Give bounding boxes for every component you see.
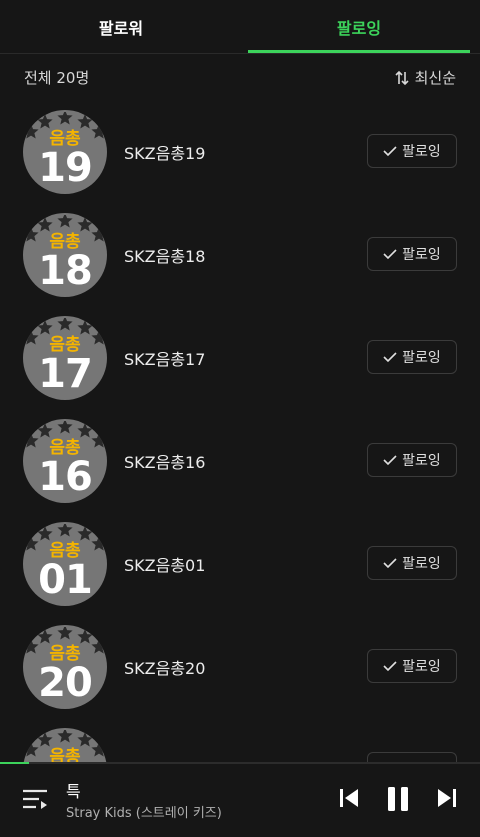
following-button[interactable]: 팔로잉 xyxy=(367,134,457,168)
avatar[interactable]: 음총 18 xyxy=(23,213,107,297)
mini-player[interactable]: 특 Stray Kids (스트레이 키즈) xyxy=(0,764,480,837)
user-name[interactable]: SKZ음총17 xyxy=(124,346,205,370)
list-header: 전체 20명 최신순 xyxy=(0,54,480,100)
track-title: 특 xyxy=(66,782,81,801)
list-item[interactable]: 음총 18 SKZ음총18 팔로잉 xyxy=(0,203,480,306)
check-icon xyxy=(383,661,397,672)
following-button-label: 팔로잉 xyxy=(402,144,441,160)
following-button[interactable]: 팔로잉 xyxy=(367,752,457,762)
queue-list-icon[interactable] xyxy=(22,788,48,810)
user-name[interactable]: SKZ음총20 xyxy=(124,655,205,679)
list-item[interactable]: 음총15SKZ음총15팔로잉 xyxy=(0,718,480,762)
user-name[interactable]: SKZ음총01 xyxy=(124,552,205,576)
avatar[interactable]: 음총 01 xyxy=(23,522,107,606)
skip-next-icon[interactable] xyxy=(436,786,458,810)
following-button[interactable]: 팔로잉 xyxy=(367,546,457,580)
user-name[interactable]: SKZ음총18 xyxy=(124,243,205,267)
list-item[interactable]: 음총 20 SKZ음총20 팔로잉 xyxy=(0,615,480,718)
avatar-label: 음총 xyxy=(49,747,81,762)
sort-arrows-icon xyxy=(395,70,409,85)
following-button-label: 팔로잉 xyxy=(402,453,441,469)
pause-icon[interactable] xyxy=(386,786,410,812)
list-item[interactable]: 음총 19 SKZ음총19 팔로잉 xyxy=(0,100,480,203)
skip-previous-icon[interactable] xyxy=(338,786,360,810)
track-artist: Stray Kids (스트레이 키즈) xyxy=(66,806,222,821)
avatar-number: 19 xyxy=(38,145,93,191)
avatar[interactable]: 음총 16 xyxy=(23,419,107,503)
avatar[interactable]: 음총 17 xyxy=(23,316,107,400)
avatar[interactable]: 음총 20 xyxy=(23,625,107,709)
following-button[interactable]: 팔로잉 xyxy=(367,443,457,477)
following-button-label: 팔로잉 xyxy=(402,350,441,366)
check-icon xyxy=(383,249,397,260)
list-item[interactable]: 음총 16 SKZ음총16 팔로잉 xyxy=(0,409,480,512)
avatar-number: 18 xyxy=(38,248,93,294)
following-button[interactable]: 팔로잉 xyxy=(367,340,457,374)
list-item[interactable]: 음총 17 SKZ음총17 팔로잉 xyxy=(0,306,480,409)
tab-bar: 팔로워 팔로잉 xyxy=(0,0,480,54)
check-icon xyxy=(383,558,397,569)
following-button-label: 팔로잉 xyxy=(402,556,441,572)
active-tab-indicator xyxy=(248,50,470,53)
check-icon xyxy=(383,455,397,466)
check-icon xyxy=(383,352,397,363)
avatar[interactable]: 음총 19 xyxy=(23,110,107,194)
sort-label: 최신순 xyxy=(414,69,456,87)
user-name[interactable]: SKZ음총16 xyxy=(124,449,205,473)
total-count: 전체 20명 xyxy=(24,69,90,87)
avatar-number: 17 xyxy=(38,351,93,397)
check-icon xyxy=(383,146,397,157)
avatar-number: 16 xyxy=(38,454,93,500)
following-button-label: 팔로잉 xyxy=(402,247,441,263)
following-list: 음총 19 SKZ음총19 팔로잉 음총 18 SKZ음총18 팔로잉 음총 17 SKZ음총17 팔… xyxy=(0,100,480,762)
user-name[interactable]: SKZ음총19 xyxy=(124,140,205,164)
list-item[interactable]: 음총 01 SKZ음총01 팔로잉 xyxy=(0,512,480,615)
avatar[interactable]: 음총15 xyxy=(23,728,107,762)
sort-button[interactable]: 최신순 xyxy=(394,67,456,88)
following-button[interactable]: 팔로잉 xyxy=(367,237,457,271)
avatar-number: 01 xyxy=(38,557,93,603)
avatar-number: 20 xyxy=(38,660,93,706)
following-button-label: 팔로잉 xyxy=(402,659,441,675)
tab-following[interactable]: 팔로잉 xyxy=(248,0,470,54)
following-button[interactable]: 팔로잉 xyxy=(367,649,457,683)
tab-followers[interactable]: 팔로워 xyxy=(10,0,232,54)
